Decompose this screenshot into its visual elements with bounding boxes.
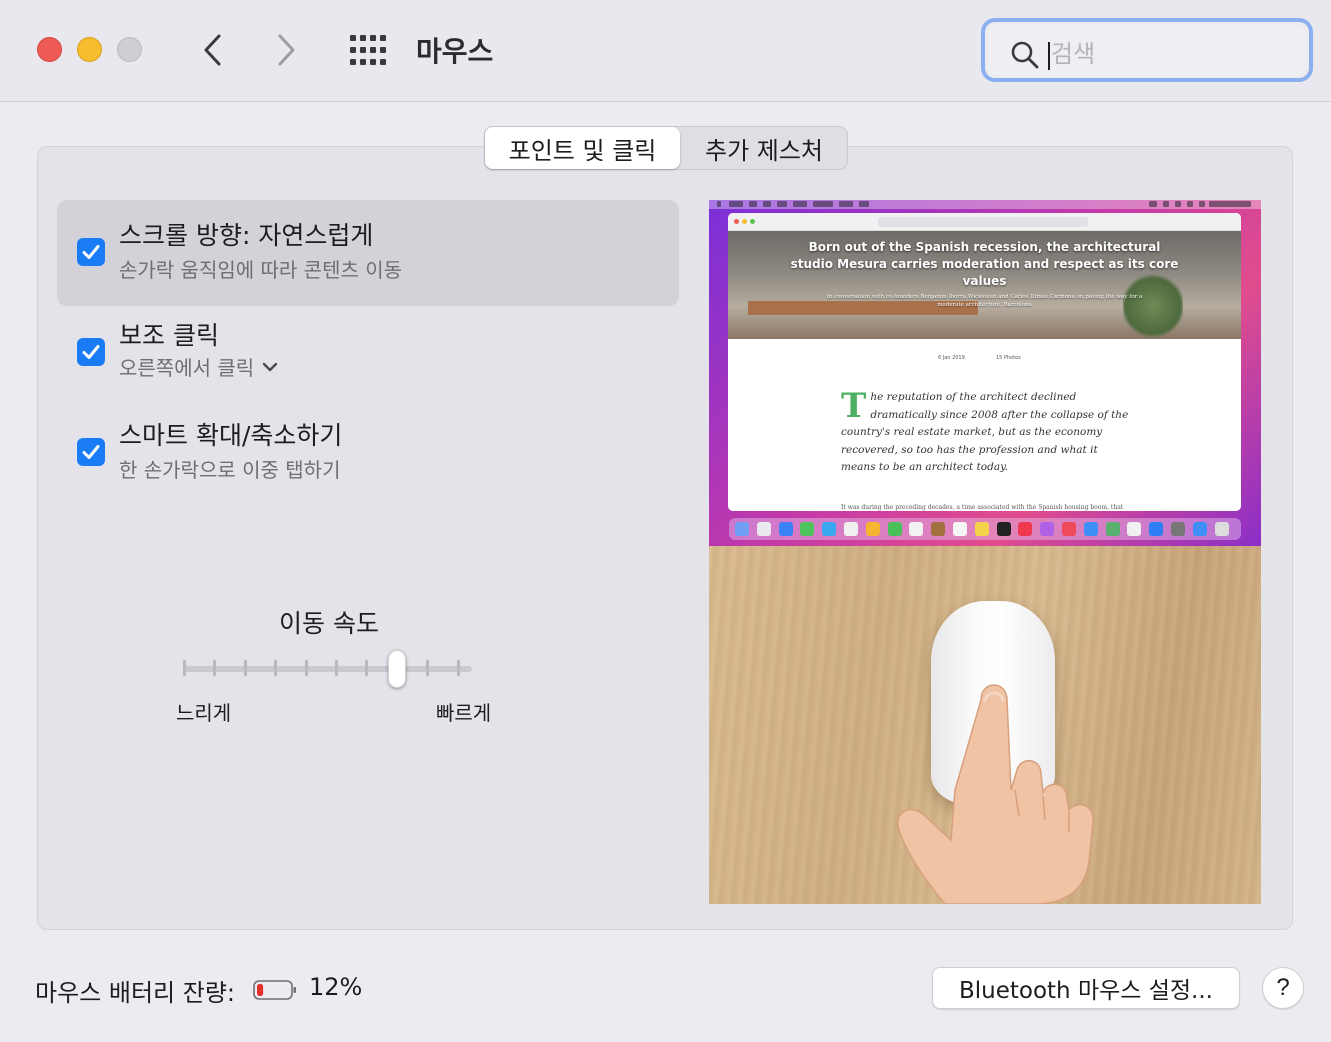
scroll-direction-title: 스크롤 방향: 자연스럽게 bbox=[119, 221, 374, 250]
battery-percent: 12% bbox=[309, 973, 363, 1001]
dock-app-icon bbox=[1105, 522, 1120, 536]
window-title: 마우스 bbox=[416, 35, 494, 68]
search-field-inner bbox=[988, 25, 1306, 75]
preview-desk bbox=[709, 546, 1261, 904]
tracking-speed-label: 이동 속도 bbox=[279, 609, 379, 638]
secondary-click-checkbox[interactable] bbox=[77, 338, 105, 366]
dock-app-icon bbox=[1040, 522, 1055, 536]
title-bar: 마우스 bbox=[0, 0, 1331, 102]
preview-article-lead: The reputation of the architect declined… bbox=[841, 389, 1131, 477]
search-icon bbox=[1011, 41, 1039, 69]
dock-app-icon bbox=[735, 522, 749, 536]
scroll-direction-subtitle: 손가락 움직임에 따라 콘텐츠 이동 bbox=[119, 258, 403, 282]
text-caret bbox=[1048, 42, 1050, 70]
show-all-button[interactable] bbox=[349, 34, 387, 66]
dock-app-icon bbox=[1149, 522, 1164, 536]
preview-hero-image: Born out of the Spanish recession, the a… bbox=[728, 231, 1241, 341]
chevron-left-icon bbox=[204, 34, 221, 66]
slider-knob[interactable] bbox=[387, 650, 406, 688]
smart-zoom-checkbox[interactable] bbox=[77, 438, 105, 466]
tab-point-and-click[interactable]: 포인트 및 클릭 bbox=[485, 127, 680, 169]
chevron-down-icon bbox=[262, 362, 278, 371]
dock-app-icon bbox=[1214, 522, 1229, 536]
battery-icon bbox=[253, 980, 296, 1000]
preview-dock bbox=[729, 518, 1241, 540]
checkmark-icon bbox=[82, 245, 100, 259]
option-smart-zoom[interactable]: 스마트 확대/축소하기 한 손가락으로 이중 탭하기 bbox=[57, 400, 679, 506]
tab-more-gestures[interactable]: 추가 제스처 bbox=[680, 127, 848, 169]
dock-app-icon bbox=[800, 522, 815, 536]
help-button[interactable]: ? bbox=[1262, 967, 1304, 1009]
grid-icon bbox=[350, 35, 386, 65]
dock-app-icon bbox=[1062, 522, 1076, 536]
tracking-speed-slider[interactable] bbox=[180, 650, 476, 692]
slider-tick bbox=[426, 660, 430, 676]
close-window-button[interactable] bbox=[37, 37, 62, 62]
option-scroll-direction[interactable]: 스크롤 방향: 자연스럽게 손가락 움직임에 따라 콘텐츠 이동 bbox=[57, 200, 679, 306]
preview-date: 6 Jan 2019 bbox=[938, 355, 965, 361]
preview-body-text: It was during the preceding decades, a t… bbox=[841, 504, 1124, 511]
preview-article-text: he reputation of the architect declined … bbox=[841, 391, 1129, 473]
dock-app-icon bbox=[756, 522, 771, 536]
smart-zoom-subtitle: 한 손가락으로 이중 탭하기 bbox=[119, 458, 341, 482]
minimize-window-button[interactable] bbox=[77, 37, 102, 62]
slider-tick bbox=[183, 660, 186, 676]
preview-menubar bbox=[709, 200, 1261, 209]
dock-app-icon bbox=[931, 522, 946, 536]
scroll-direction-checkbox[interactable] bbox=[77, 238, 105, 266]
slider-tick bbox=[365, 660, 369, 676]
preview-dropcap: T bbox=[841, 386, 867, 426]
back-button[interactable] bbox=[192, 28, 232, 72]
chevron-right-icon bbox=[278, 34, 295, 66]
forward-button[interactable] bbox=[267, 28, 307, 72]
preview-hero-title: Born out of the Spanish recession, the a… bbox=[790, 240, 1179, 288]
dock-app-icon bbox=[822, 522, 837, 536]
zoom-window-button[interactable] bbox=[117, 37, 142, 62]
dock-app-icon bbox=[996, 522, 1011, 536]
tab-bar: 포인트 및 클릭 추가 제스처 bbox=[484, 126, 848, 170]
dock-app-icon bbox=[1171, 522, 1185, 536]
option-secondary-click[interactable]: 보조 클릭 오른쪽에서 클릭 bbox=[57, 300, 679, 406]
secondary-click-selected-value: 오른쪽에서 클릭 bbox=[119, 356, 255, 380]
dock-app-icon bbox=[865, 522, 880, 536]
dock-app-icon bbox=[778, 522, 793, 536]
dock-app-icon bbox=[1192, 522, 1207, 536]
checkmark-icon bbox=[82, 445, 100, 459]
slider-max-label: 빠르게 bbox=[436, 701, 492, 725]
secondary-click-dropdown[interactable]: 오른쪽에서 클릭 bbox=[119, 352, 278, 381]
dock-app-icon bbox=[1083, 522, 1098, 536]
slider-tick bbox=[304, 660, 308, 676]
secondary-click-title: 보조 클릭 bbox=[119, 321, 219, 350]
dock-app-icon bbox=[974, 522, 989, 536]
slider-tick bbox=[213, 660, 217, 676]
dock-app-icon bbox=[1127, 522, 1142, 536]
preview-browser-window: Born out of the Spanish recession, the a… bbox=[728, 213, 1241, 511]
smart-zoom-title: 스마트 확대/축소하기 bbox=[119, 421, 343, 450]
slider-tick bbox=[335, 660, 338, 676]
preview-screen: Born out of the Spanish recession, the a… bbox=[709, 200, 1261, 546]
preview-photos-count: 15 Photos bbox=[996, 355, 1021, 361]
search-input[interactable] bbox=[1051, 37, 1281, 71]
slider-min-label: 느리게 bbox=[176, 701, 232, 725]
search-field[interactable] bbox=[981, 18, 1313, 82]
dock-app-icon bbox=[887, 522, 902, 536]
dock-app-icon bbox=[909, 522, 924, 536]
hand-image bbox=[897, 684, 1094, 904]
preview-hero-subtitle: In conversation with co-founders Benjami… bbox=[826, 294, 1143, 308]
battery-level-label: 마우스 배터리 잔량: bbox=[35, 979, 235, 1007]
slider-tick bbox=[274, 660, 278, 676]
preview-browser-toolbar bbox=[728, 213, 1241, 231]
dock-app-icon bbox=[1018, 522, 1033, 536]
bluetooth-mouse-settings-button[interactable]: Bluetooth 마우스 설정... bbox=[932, 967, 1240, 1009]
slider-tick bbox=[243, 660, 247, 676]
dock-app-icon bbox=[953, 522, 967, 536]
slider-tick bbox=[456, 660, 460, 676]
dock-app-icon bbox=[844, 522, 858, 536]
gesture-preview-video: Born out of the Spanish recession, the a… bbox=[709, 200, 1261, 904]
mouse-preferences-window: 마우스 포인트 및 클릭 추가 제스처 스크롤 방향: 자연스럽게 손가락 움직… bbox=[0, 0, 1331, 1042]
checkmark-icon bbox=[82, 345, 100, 359]
